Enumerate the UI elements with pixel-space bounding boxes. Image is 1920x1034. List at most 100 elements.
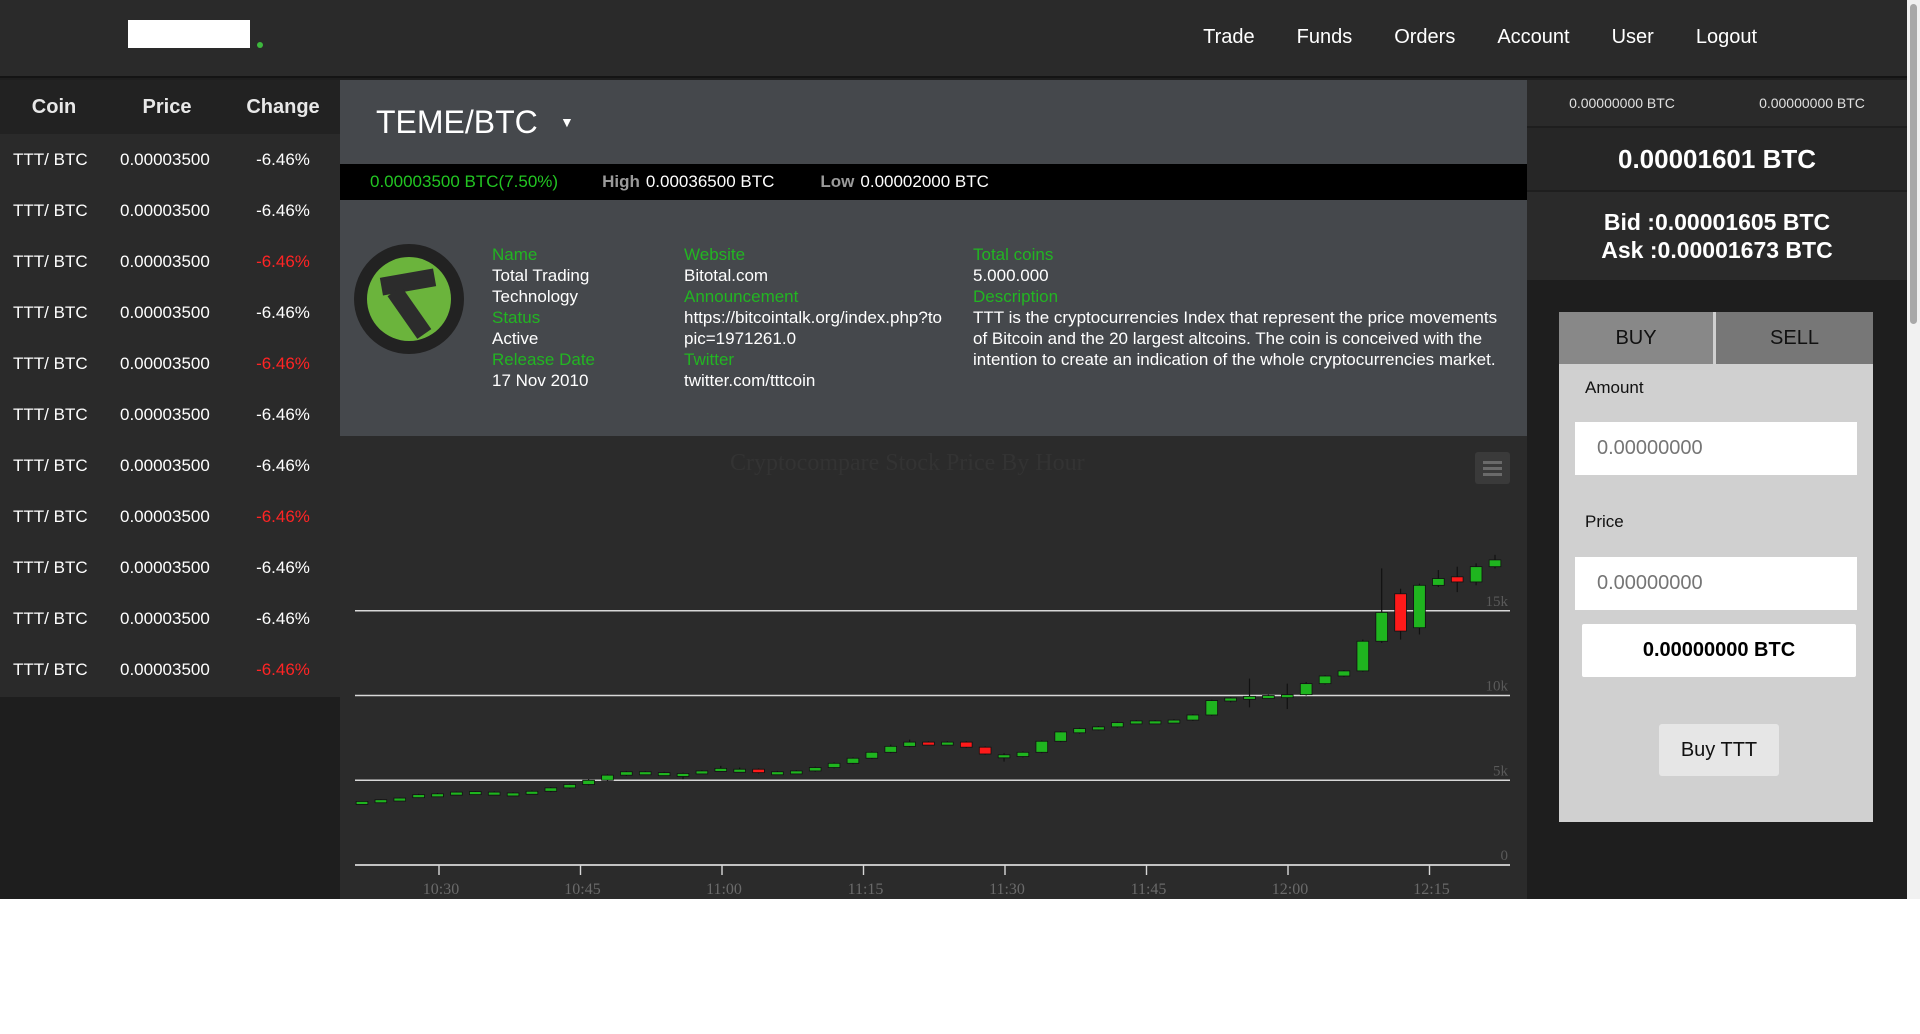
candle-body xyxy=(997,754,1011,759)
price-input[interactable] xyxy=(1575,557,1857,610)
candle-body xyxy=(790,770,803,775)
main-content: TEME/BTC ▼ 0.00003500 BTC(7.50%) High 0.… xyxy=(340,80,1527,899)
market-row-price: 0.00003500 xyxy=(120,200,210,220)
twitter-link[interactable]: twitter.com/tttcoin xyxy=(684,370,944,391)
candle-body xyxy=(620,771,633,776)
market-row-coin: TTT/ BTC xyxy=(13,353,88,373)
market-row[interactable]: TTT/ BTC 0.00003500 -6.46% xyxy=(0,491,340,542)
market-row-change: -6.46% xyxy=(256,557,310,577)
candlestick-chart: 0 5k 10k 15k 10:30 10:45 11:00 11:15 11:30 11:45 1… xyxy=(355,554,1510,898)
candle-body xyxy=(676,773,690,777)
candle-body xyxy=(695,770,709,775)
x-tick-label: 10:45 xyxy=(564,881,600,898)
order-panel: 0.00000000 BTC 0.00000000 BTC 0.00001601… xyxy=(1527,80,1907,899)
x-tick-label: 11:45 xyxy=(1131,881,1167,898)
ticker-price: 0.00003500 BTC(7.50%) xyxy=(370,172,559,191)
column-header-coin[interactable]: Coin xyxy=(0,96,108,119)
market-row[interactable]: TTT/ BTC 0.00003500 -6.46% xyxy=(0,236,340,287)
market-row-coin: TTT/ BTC xyxy=(13,608,88,628)
candle-body xyxy=(1148,720,1162,725)
coin-info-col-3: Total coins 5.000.000 Description TTT is… xyxy=(973,244,1513,370)
amount-input[interactable] xyxy=(1575,422,1857,475)
candle-body xyxy=(1243,695,1256,700)
site-logo[interactable] xyxy=(128,20,250,48)
candle-body xyxy=(563,784,576,789)
tab-sell[interactable]: SELL xyxy=(1716,312,1873,364)
announcement-link[interactable]: https://bitcointalk.org/index.php?topic=… xyxy=(684,307,944,349)
candle-body xyxy=(884,745,897,753)
column-header-price[interactable]: Price xyxy=(108,96,226,119)
market-row[interactable]: TTT/ BTC 0.00003500 -6.46% xyxy=(0,593,340,644)
market-row[interactable]: TTT/ BTC 0.00003500 -6.46% xyxy=(0,644,340,695)
market-row-change: -6.46% xyxy=(256,353,310,373)
buy-button[interactable]: Buy TTT xyxy=(1659,724,1779,776)
price-label: Price xyxy=(1585,512,1624,531)
name-value: Total Trading Technology xyxy=(492,266,590,306)
market-row[interactable]: TTT/ BTC 0.00003500 -6.46% xyxy=(0,185,340,236)
pair-title[interactable]: TEME/BTC xyxy=(376,104,538,141)
market-row-coin: TTT/ BTC xyxy=(13,506,88,526)
column-header-change[interactable]: Change xyxy=(226,96,340,119)
candle-body xyxy=(582,779,595,785)
candle-body xyxy=(941,741,954,746)
announcement-label: Announcement xyxy=(684,287,799,306)
coin-info-panel: Name Total Trading Technology Status Act… xyxy=(340,200,1527,436)
tab-buy[interactable]: BUY xyxy=(1559,312,1716,364)
candle-body xyxy=(544,787,558,792)
candle-body xyxy=(1111,722,1124,728)
market-row[interactable]: TTT/ BTC 0.00003500 -6.46% xyxy=(0,542,340,593)
status-label: Status xyxy=(492,308,541,327)
chart-menu-icon[interactable] xyxy=(1475,452,1510,484)
nav-logout[interactable]: Logout xyxy=(1696,26,1757,49)
candle-body xyxy=(1262,695,1275,699)
market-row-price: 0.00003500 xyxy=(120,659,210,679)
market-row[interactable]: TTT/ BTC 0.00003500 -6.46% xyxy=(0,287,340,338)
top-header: Trade Funds Orders Account User Logout xyxy=(0,0,1907,78)
market-row-price: 0.00003500 xyxy=(120,455,210,475)
candle-body xyxy=(1224,697,1237,702)
market-row[interactable]: TTT/ BTC 0.00003500 -6.46% xyxy=(0,440,340,491)
market-row-price: 0.00003500 xyxy=(120,149,210,169)
candle-body xyxy=(827,762,841,768)
market-row-coin: TTT/ BTC xyxy=(13,557,88,577)
candle-body xyxy=(487,791,501,796)
coin-info-col-2: Website Bitotal.com Announcement https:/… xyxy=(684,244,944,391)
candle-body xyxy=(1394,593,1407,632)
candle-body xyxy=(714,767,728,772)
price-chart: 0 5k 10k 15k 10:30 10:45 11:00 11:15 11:30 11:45 1… xyxy=(340,436,1527,899)
market-row-change: -6.46% xyxy=(256,659,310,679)
nav-funds[interactable]: Funds xyxy=(1297,26,1353,49)
page-scrollbar[interactable] xyxy=(1907,0,1920,899)
candle-body xyxy=(1450,576,1464,583)
market-row-price: 0.00003500 xyxy=(120,251,210,271)
x-tick-label: 11:00 xyxy=(706,881,742,898)
market-row-coin: TTT/ BTC xyxy=(13,302,88,322)
total-coins-value: 5.000.000 xyxy=(973,266,1049,285)
y-tick-label: 15k xyxy=(1486,594,1509,610)
candle-body xyxy=(1129,720,1143,725)
market-row[interactable]: TTT/ BTC 0.00003500 -6.46% xyxy=(0,389,340,440)
market-row-change: -6.46% xyxy=(256,200,310,220)
market-row[interactable]: TTT/ BTC 0.00003500 -6.46% xyxy=(0,338,340,389)
website-link[interactable]: Bitotal.com xyxy=(684,265,944,286)
candle-body xyxy=(808,767,822,772)
market-row-coin: TTT/ BTC xyxy=(13,455,88,475)
candle-body xyxy=(846,757,860,764)
chevron-down-icon[interactable]: ▼ xyxy=(560,114,574,130)
candle-body xyxy=(1054,731,1067,742)
candle-body xyxy=(978,746,992,755)
x-tick-label: 10:30 xyxy=(423,881,459,898)
nav-orders[interactable]: Orders xyxy=(1394,26,1455,49)
candle-body xyxy=(903,741,916,747)
scrollbar-thumb[interactable] xyxy=(1910,4,1917,324)
market-row-coin: TTT/ BTC xyxy=(13,149,88,169)
market-row[interactable]: TTT/ BTC 0.00003500 -6.46% xyxy=(0,134,340,185)
nav-trade[interactable]: Trade xyxy=(1203,26,1255,49)
nav-account[interactable]: Account xyxy=(1497,26,1569,49)
market-row-price: 0.00003500 xyxy=(120,353,210,373)
status-value: Active xyxy=(492,329,539,348)
nav-user[interactable]: User xyxy=(1612,26,1654,49)
balances-bar: 0.00000000 BTC 0.00000000 BTC xyxy=(1527,80,1907,126)
market-row-price: 0.00003500 xyxy=(120,506,210,526)
candle-body xyxy=(1356,640,1370,672)
